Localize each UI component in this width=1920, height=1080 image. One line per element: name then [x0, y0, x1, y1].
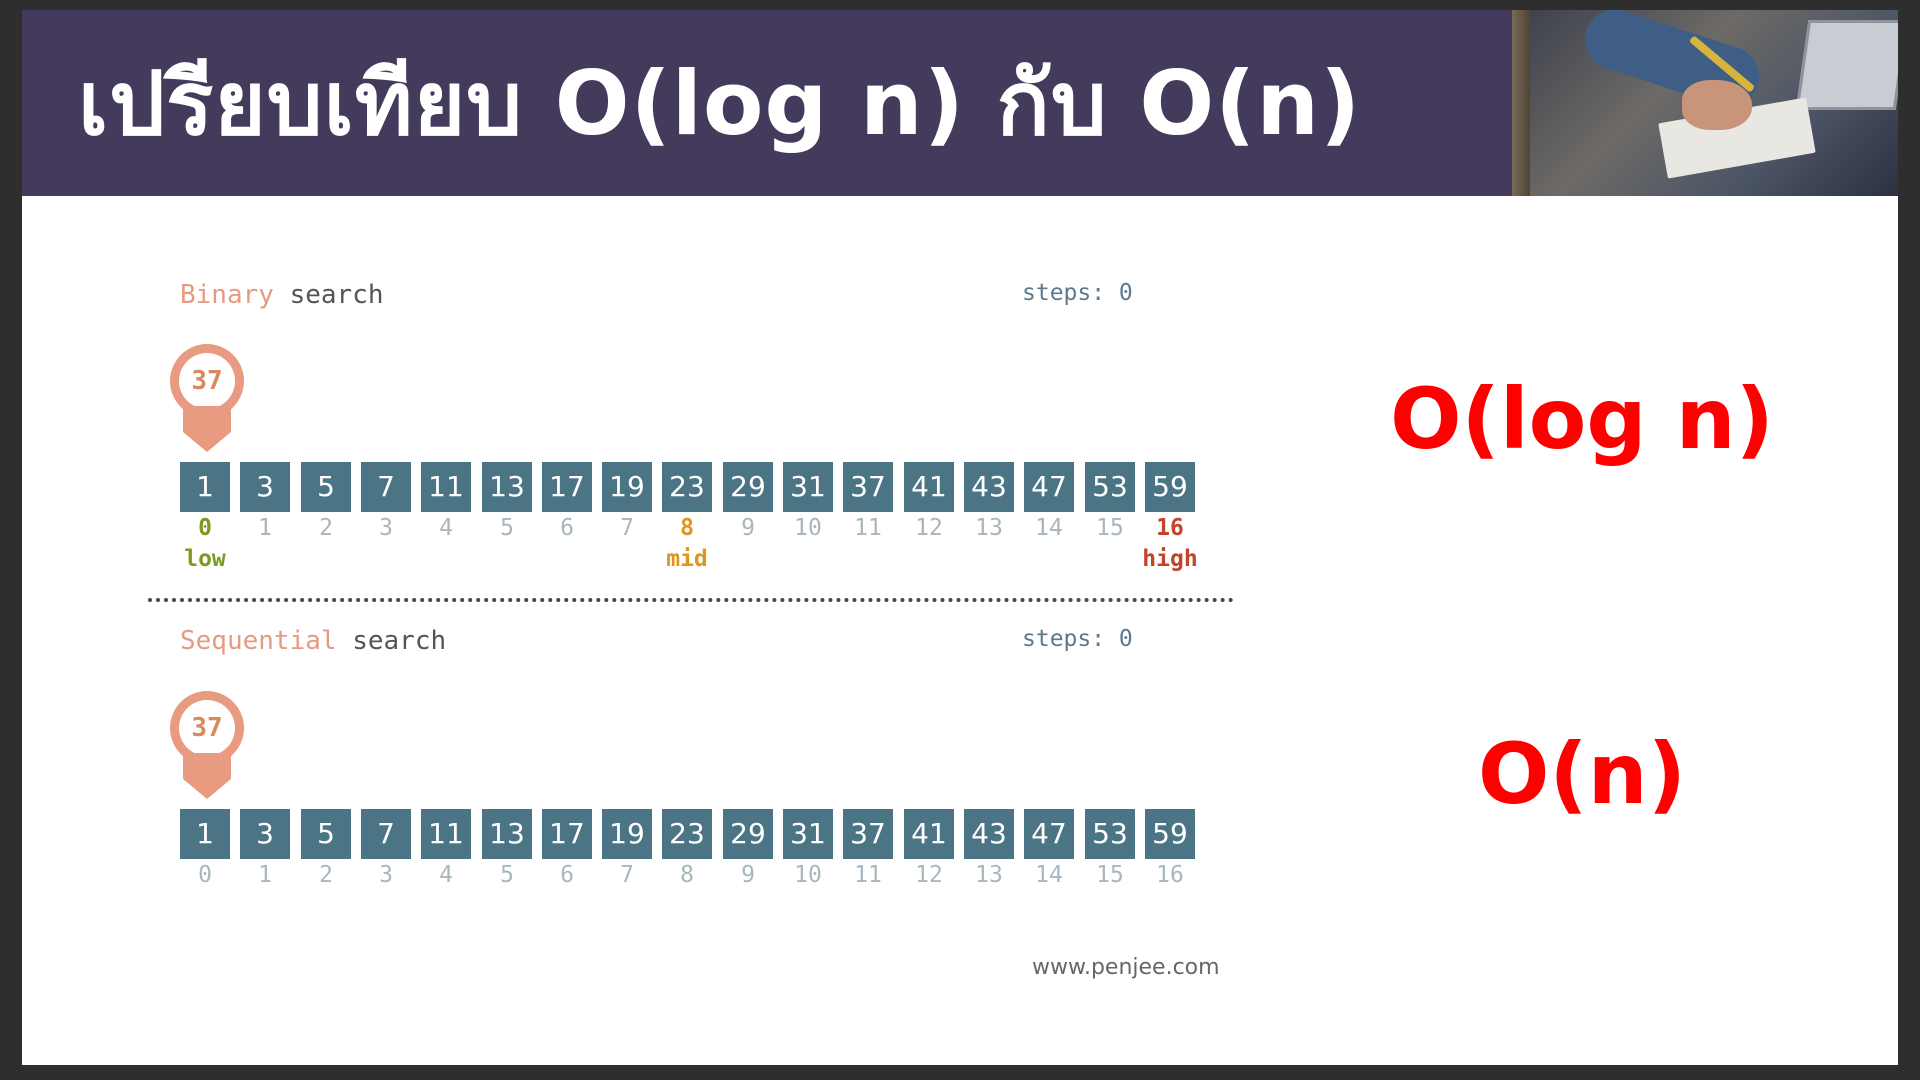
sequential-cell: 11	[421, 809, 471, 859]
binary-index: 0	[198, 515, 212, 541]
binary-cell: 19	[602, 462, 652, 512]
binary-index: 7	[620, 515, 634, 541]
binary-cell: 17	[542, 462, 592, 512]
sequential-index: 8	[680, 862, 694, 888]
binary-index: 3	[379, 515, 393, 541]
sequential-cell: 31	[783, 809, 833, 859]
binary-index: 13	[975, 515, 1003, 541]
sequential-index: 7	[620, 862, 634, 888]
sequential-cell: 1	[180, 809, 230, 859]
binary-cell: 1	[180, 462, 230, 512]
sequential-target-pin: 37	[170, 691, 244, 801]
binary-index: 6	[560, 515, 574, 541]
sequential-cell: 23	[662, 809, 712, 859]
binary-cell: 37	[843, 462, 893, 512]
sequential-cell: 19	[602, 809, 652, 859]
binary-title-accent: Binary	[180, 280, 274, 310]
sequential-index: 11	[854, 862, 882, 888]
sequential-index: 1	[258, 862, 272, 888]
binary-index: 14	[1035, 515, 1063, 541]
sequential-steps: steps: 0	[1022, 626, 1133, 652]
binary-cell: 11	[421, 462, 471, 512]
sequential-index: 0	[198, 862, 212, 888]
sequential-index: 6	[560, 862, 574, 888]
binary-cell: 53	[1085, 462, 1135, 512]
binary-title-rest: search	[273, 280, 384, 310]
sequential-cell: 53	[1085, 809, 1135, 859]
sequential-index: 9	[741, 862, 755, 888]
binary-index: 10	[794, 515, 822, 541]
slide: เปรียบเทียบ O(log n) กับ O(n) Binary sea…	[22, 10, 1898, 1065]
binary-cell: 59	[1145, 462, 1195, 512]
binary-index: 12	[915, 515, 943, 541]
binary-low-marker: low	[184, 546, 226, 572]
binary-cell: 43	[964, 462, 1014, 512]
sequential-cell: 5	[301, 809, 351, 859]
binary-index: 16	[1156, 515, 1184, 541]
binary-cell: 29	[723, 462, 773, 512]
sequential-search-title: Sequential search	[180, 626, 446, 656]
binary-target-pin: 37	[170, 344, 244, 454]
sequential-cell: 37	[843, 809, 893, 859]
binary-cell: 13	[482, 462, 532, 512]
binary-index: 1	[258, 515, 272, 541]
sequential-cell: 29	[723, 809, 773, 859]
binary-index: 15	[1096, 515, 1124, 541]
binary-high-marker: high	[1142, 546, 1198, 572]
sequential-index: 5	[500, 862, 514, 888]
sequential-title-accent: Sequential	[180, 626, 337, 656]
binary-index: 11	[854, 515, 882, 541]
binary-cell: 41	[904, 462, 954, 512]
sequential-cell: 59	[1145, 809, 1195, 859]
sequential-index: 12	[915, 862, 943, 888]
binary-index: 8	[680, 515, 694, 541]
sequential-index: 13	[975, 862, 1003, 888]
sequential-index: 4	[439, 862, 453, 888]
sequential-cell: 3	[240, 809, 290, 859]
sequential-index: 2	[319, 862, 333, 888]
sequential-index: 15	[1096, 862, 1124, 888]
binary-cell: 23	[662, 462, 712, 512]
section-divider	[148, 598, 1234, 602]
sequential-cell: 47	[1024, 809, 1074, 859]
title-bar: เปรียบเทียบ O(log n) กับ O(n)	[22, 10, 1898, 196]
sequential-index: 3	[379, 862, 393, 888]
sequential-cell: 7	[361, 809, 411, 859]
complexity-sequential: O(n)	[1478, 725, 1686, 823]
complexity-binary: O(log n)	[1390, 370, 1774, 468]
sequential-cell: 17	[542, 809, 592, 859]
sequential-cell: 43	[964, 809, 1014, 859]
sequential-index: 14	[1035, 862, 1063, 888]
sequential-cell: 13	[482, 809, 532, 859]
binary-target-value: 37	[179, 353, 235, 409]
binary-mid-marker: mid	[666, 546, 708, 572]
binary-cell: 47	[1024, 462, 1074, 512]
header-photo	[1512, 10, 1898, 196]
binary-steps: steps: 0	[1022, 280, 1133, 306]
binary-cell: 31	[783, 462, 833, 512]
sequential-cell: 41	[904, 809, 954, 859]
binary-cell: 5	[301, 462, 351, 512]
binary-cell: 7	[361, 462, 411, 512]
sequential-index: 16	[1156, 862, 1184, 888]
binary-index: 5	[500, 515, 514, 541]
binary-index: 9	[741, 515, 755, 541]
binary-index: 4	[439, 515, 453, 541]
binary-cell: 3	[240, 462, 290, 512]
sequential-title-rest: search	[336, 626, 447, 656]
credit-text: www.penjee.com	[1032, 955, 1220, 980]
sequential-index: 10	[794, 862, 822, 888]
sequential-target-value: 37	[179, 700, 235, 756]
slide-title: เปรียบเทียบ O(log n) กับ O(n)	[78, 52, 1362, 155]
binary-search-title: Binary search	[180, 280, 384, 310]
binary-index: 2	[319, 515, 333, 541]
